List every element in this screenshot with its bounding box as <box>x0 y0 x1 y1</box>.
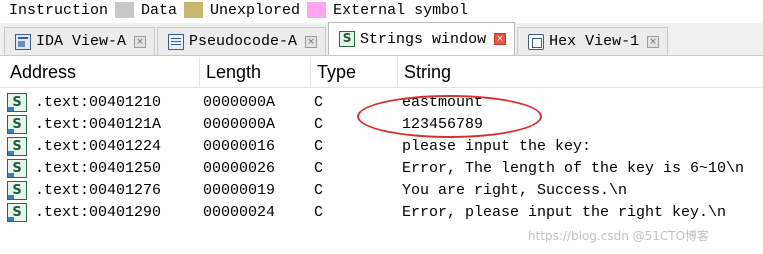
close-icon[interactable]: × <box>647 35 660 48</box>
legend-swatch-external-symbol <box>307 2 327 18</box>
tab-label: Hex View-1 <box>549 33 640 50</box>
string-icon: S <box>7 181 27 200</box>
table-row[interactable]: S .text:00401290 00000024 C Error, pleas… <box>0 202 763 224</box>
close-icon[interactable]: × <box>494 33 507 45</box>
string-icon: S <box>7 115 27 134</box>
legend-item-data: Data <box>108 2 177 19</box>
address-cell: .text:00401250 <box>35 160 162 177</box>
column-header-string[interactable]: String <box>397 57 451 88</box>
string-cell: Error, The length of the key is 6~10\n <box>402 160 745 177</box>
address-cell: .text:0040121A <box>35 116 162 133</box>
length-cell: 00000019 <box>203 182 276 199</box>
tab-label: Strings window <box>360 30 487 48</box>
length-cell: 00000016 <box>203 138 276 155</box>
red-annotation-ellipse <box>357 95 542 138</box>
column-header-length[interactable]: Length <box>199 57 261 88</box>
type-cell: C <box>314 138 324 155</box>
legend-item-unexplored: Unexplored <box>177 2 300 19</box>
string-cell: please input the key: <box>402 138 592 155</box>
type-cell: C <box>314 182 324 199</box>
string-cell: You are right, Success.\n <box>402 182 628 199</box>
table-row[interactable]: S .text:00401224 00000016 C please input… <box>0 136 763 158</box>
ida-view-icon <box>15 33 31 50</box>
length-cell: 00000024 <box>203 204 276 221</box>
legend-item-instruction: Instruction <box>9 1 109 19</box>
legend-swatch-data <box>115 2 135 18</box>
type-cell: C <box>314 94 324 111</box>
string-icon: S <box>7 203 27 222</box>
string-icon: S <box>7 159 27 178</box>
column-header-address[interactable]: Address <box>10 62 76 83</box>
column-header-type[interactable]: Type <box>310 57 356 88</box>
tab-label: Pseudocode-A <box>189 33 298 50</box>
tab-hex-view-1[interactable]: Hex View-1 × <box>517 27 669 55</box>
address-cell: .text:00401210 <box>35 94 162 111</box>
address-cell: .text:00401224 <box>35 138 162 155</box>
legend-swatch-unexplored <box>184 2 204 18</box>
length-cell: 0000000A <box>203 116 276 133</box>
address-cell: .text:00401276 <box>35 182 162 199</box>
type-cell: C <box>314 160 324 177</box>
close-icon[interactable]: × <box>134 35 147 48</box>
watermark-text: https://blog.csdn @51CTO博客 <box>528 229 710 243</box>
hex-view-icon <box>528 33 545 50</box>
type-cell: C <box>314 116 324 133</box>
address-cell: .text:00401290 <box>35 204 162 221</box>
length-cell: 00000026 <box>203 160 276 177</box>
view-tab-strip: IDA View-A × Pseudocode-A × S Strings wi… <box>0 22 763 56</box>
tab-label: IDA View-A <box>36 33 127 50</box>
type-cell: C <box>314 204 324 221</box>
string-cell: Error, please input the right key.\n <box>402 204 727 221</box>
close-icon[interactable]: × <box>305 35 318 48</box>
table-row[interactable]: S .text:00401276 00000019 C You are righ… <box>0 180 763 202</box>
string-icon: S <box>7 137 27 156</box>
tab-pseudocode-a[interactable]: Pseudocode-A × <box>157 27 327 55</box>
tab-strings-window[interactable]: S Strings window × <box>328 22 516 55</box>
strings-icon: S <box>339 31 356 47</box>
segment-color-legend: Instruction Data Unexplored External sym… <box>0 0 763 20</box>
tab-ida-view-a[interactable]: IDA View-A × <box>4 27 156 55</box>
strings-table: Address Length Type String S .text:00401… <box>0 57 763 254</box>
string-icon: S <box>7 93 27 112</box>
table-header: Address Length Type String <box>0 57 763 88</box>
table-row[interactable]: S .text:00401250 00000026 C Error, The l… <box>0 158 763 180</box>
legend-item-external-symbol: External symbol <box>300 2 468 19</box>
length-cell: 0000000A <box>203 94 276 111</box>
pseudocode-icon <box>168 33 185 50</box>
